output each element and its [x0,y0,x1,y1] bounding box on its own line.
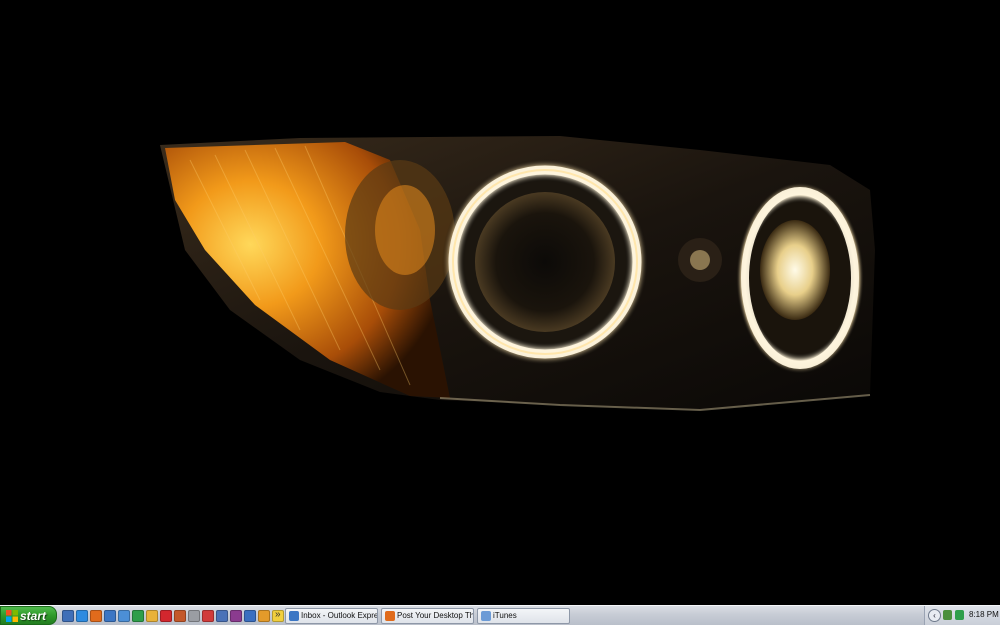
taskbar-button-label: Inbox - Outlook Express [301,611,378,620]
tray-expand-chevron-icon[interactable]: ‹ [928,609,941,622]
firefox-icon[interactable] [90,610,102,622]
taskbar: start » Inbox - Outlook Express Post You… [0,605,1000,625]
messenger-icon[interactable] [132,610,144,622]
wallpaper-headlight-image [0,0,1000,605]
firefox-icon [385,611,395,621]
taskbar-button-firefox[interactable]: Post Your Desktop Th... [381,608,474,624]
system-tray: ‹ 8:18 PM [924,606,1000,625]
app-orange-icon[interactable] [258,610,270,622]
outlook-express-icon[interactable] [104,610,116,622]
folder-icon[interactable] [146,610,158,622]
internet-explorer-icon[interactable] [76,610,88,622]
quick-launch-toolbar [62,608,284,624]
show-desktop-icon[interactable] [62,610,74,622]
start-label: start [20,609,47,623]
desktop[interactable] [0,0,1000,605]
windows-media-icon[interactable] [118,610,130,622]
taskbar-button-itunes[interactable]: iTunes [477,608,570,624]
start-button[interactable]: start [0,606,57,625]
globe-icon[interactable] [174,610,186,622]
quick-launch-chevron[interactable]: » [275,609,281,620]
app-blue-icon[interactable] [244,610,256,622]
tray-messenger-icon[interactable] [955,610,964,620]
music-icon[interactable] [188,610,200,622]
windows-logo-icon [6,610,18,622]
winrar-icon[interactable] [230,610,242,622]
taskbar-button-label: Post Your Desktop Th... [397,611,474,620]
taskbar-clock[interactable]: 8:18 PM [969,610,999,619]
itunes-icon [481,611,491,621]
app-red-icon[interactable] [202,610,214,622]
taskbar-button-label: iTunes [493,611,517,620]
opera-icon[interactable] [160,610,172,622]
taskbar-button-outlook-express[interactable]: Inbox - Outlook Express [285,608,378,624]
outlook-express-icon [289,611,299,621]
app-window-icon[interactable] [216,610,228,622]
tray-network-icon[interactable] [943,610,952,620]
